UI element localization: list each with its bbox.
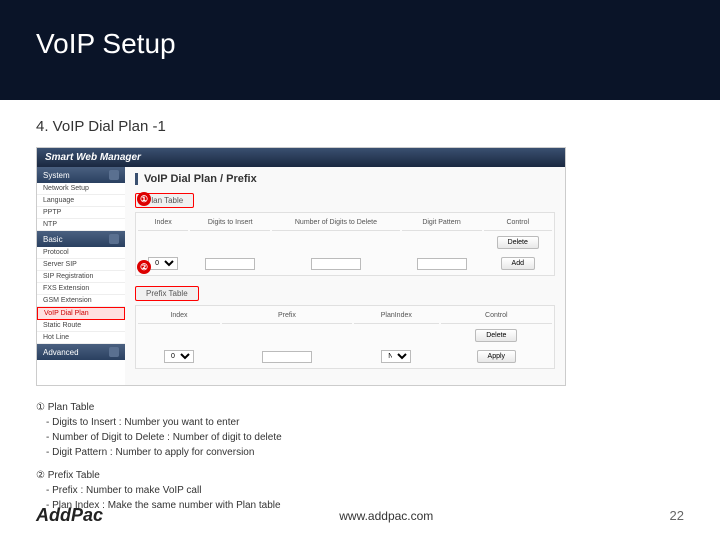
digits-delete-input[interactable] [311, 258, 361, 270]
page-title: VoIP Setup [36, 28, 720, 60]
delete-button[interactable]: Delete [475, 329, 517, 342]
col-prefix: Prefix [222, 308, 352, 324]
prefix-table-header[interactable]: Prefix Table [135, 286, 199, 301]
sidebar-item[interactable]: Protocol [37, 247, 125, 259]
screenshot: Smart Web Manager System Network Setup L… [36, 147, 566, 386]
add-button[interactable]: Add [501, 257, 535, 270]
table-row: Delete [138, 326, 552, 345]
sidebar-item-voip-dial-plan[interactable]: VoIP Dial Plan [37, 307, 125, 320]
collapse-icon [109, 170, 119, 180]
collapse-icon [109, 234, 119, 244]
sidebar-item[interactable]: Hot Line [37, 332, 125, 344]
annotation-2: ② [137, 260, 151, 274]
sidebar-section-advanced[interactable]: Advanced [37, 344, 125, 360]
sidebar-item[interactable]: Network Setup [37, 183, 125, 195]
col-digits-insert: Digits to Insert [190, 215, 270, 231]
col-control: Control [441, 308, 552, 324]
main-panel: VoIP Dial Plan / Prefix Plan Table Index… [125, 167, 565, 385]
note-line: - Digit Pattern : Number to apply for co… [46, 445, 720, 460]
index-select[interactable]: 0 [148, 257, 178, 270]
table-row: Delete [138, 233, 552, 252]
index-select[interactable]: 0 [164, 350, 194, 363]
prefix-table: Index Prefix PlanIndex Control Delete 0 … [135, 305, 555, 369]
note-line: - Number of Digit to Delete : Number of … [46, 430, 720, 445]
annotation-1: ① [137, 192, 151, 206]
col-control: Control [484, 215, 552, 231]
prefix-input[interactable] [262, 351, 312, 363]
subtitle: 4. VoIP Dial Plan -1 [0, 100, 720, 147]
table-row: 0 N/A Apply [138, 347, 552, 366]
sidebar-item[interactable]: Language [37, 195, 125, 207]
notes: ① Plan Table - Digits to Insert : Number… [36, 400, 720, 513]
col-digit-pattern: Digit Pattern [402, 215, 482, 231]
logo: AddPac [36, 505, 103, 526]
note-line: - Digits to Insert : Number you want to … [46, 415, 720, 430]
sidebar-item[interactable]: Server SIP [37, 259, 125, 271]
collapse-icon [109, 347, 119, 357]
slide-header: VoIP Setup [0, 0, 720, 100]
sidebar-item[interactable]: SIP Registration [37, 271, 125, 283]
footer-url: www.addpac.com [103, 509, 670, 523]
col-planindex: PlanIndex [354, 308, 439, 324]
sidebar: System Network Setup Language PPTP NTP B… [37, 167, 125, 385]
digit-pattern-input[interactable] [417, 258, 467, 270]
sidebar-item[interactable]: GSM Extension [37, 295, 125, 307]
col-digits-delete: Number of Digits to Delete [272, 215, 399, 231]
sidebar-section-basic[interactable]: Basic [37, 231, 125, 247]
sidebar-item[interactable]: PPTP [37, 207, 125, 219]
footer: AddPac www.addpac.com 22 [0, 505, 720, 526]
note-title-1: ① Plan Table [36, 400, 720, 415]
sidebar-item[interactable]: NTP [37, 219, 125, 231]
app-brand: Smart Web Manager [37, 148, 565, 167]
delete-button[interactable]: Delete [497, 236, 539, 249]
table-row: 0 Add [138, 254, 552, 273]
note-title-2: ② Prefix Table [36, 468, 720, 483]
apply-button[interactable]: Apply [477, 350, 517, 363]
sidebar-item[interactable]: Static Route [37, 320, 125, 332]
sidebar-section-system[interactable]: System [37, 167, 125, 183]
note-line: - Prefix : Number to make VoIP call [46, 483, 720, 498]
page-number: 22 [670, 508, 684, 523]
sidebar-item[interactable]: FXS Extension [37, 283, 125, 295]
col-index: Index [138, 215, 188, 231]
col-index: Index [138, 308, 220, 324]
panel-title: VoIP Dial Plan / Prefix [135, 173, 555, 185]
planindex-select[interactable]: N/A [381, 350, 411, 363]
digits-insert-input[interactable] [205, 258, 255, 270]
plan-table: Index Digits to Insert Number of Digits … [135, 212, 555, 276]
